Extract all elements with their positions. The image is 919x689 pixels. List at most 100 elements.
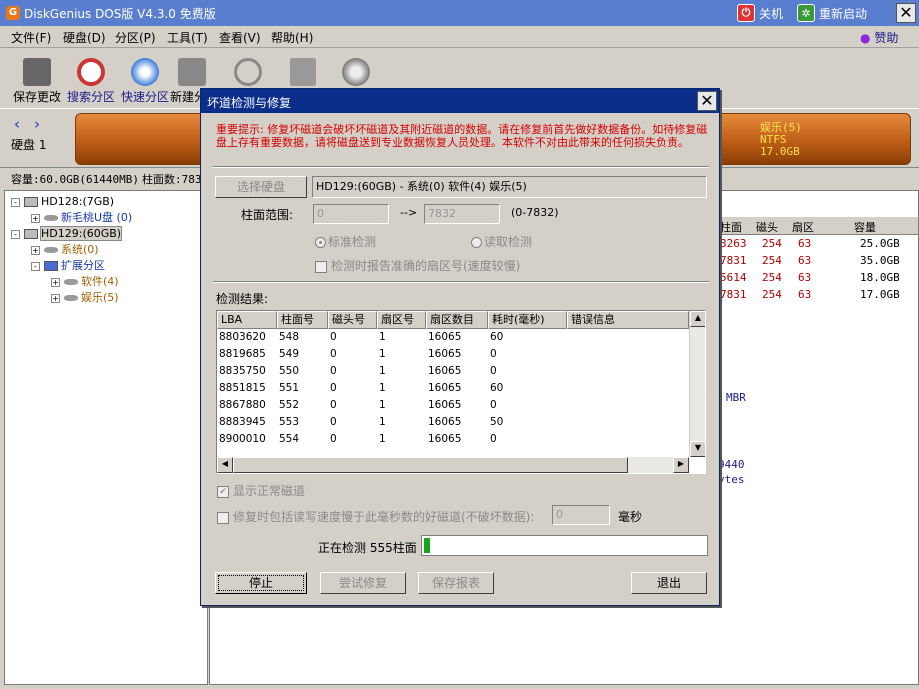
horizontal-scrollbar[interactable]: ◀ ▶ bbox=[217, 457, 689, 473]
collapse-icon[interactable]: - bbox=[11, 197, 20, 207]
tree-node[interactable]: + 软件(4) bbox=[5, 274, 207, 290]
radio-standard-label: 标准检测 bbox=[328, 235, 377, 249]
radio-standard[interactable]: 标准检测 bbox=[315, 233, 376, 250]
sponsor-link[interactable]: ● 赞助 bbox=[860, 29, 898, 46]
column-header[interactable]: 扇区号 bbox=[377, 311, 426, 329]
search-partition-button[interactable]: 搜索分区 bbox=[64, 54, 118, 105]
tree-node[interactable]: + 娱乐(5) bbox=[5, 290, 207, 306]
scroll-up-icon[interactable]: ▲ bbox=[690, 311, 705, 327]
chevron-left-icon[interactable]: ‹ bbox=[14, 115, 20, 133]
tree-node-label: 娱乐(5) bbox=[81, 291, 119, 304]
stop-button[interactable]: 停止 bbox=[215, 572, 307, 594]
tree-node[interactable]: - HD128:(7GB) bbox=[5, 194, 207, 210]
table-cell: 16065 bbox=[428, 365, 462, 377]
close-icon[interactable]: ✕ bbox=[896, 3, 916, 23]
table-cell: 254 bbox=[762, 271, 782, 284]
exit-button[interactable]: 退出 bbox=[631, 572, 707, 594]
try-repair-button[interactable]: 尝试修复 bbox=[320, 572, 406, 594]
menu-disk[interactable]: 硬盘(D) bbox=[63, 29, 106, 46]
results-label: 检测结果: bbox=[216, 292, 269, 306]
expand-icon[interactable]: + bbox=[51, 277, 60, 287]
table-row[interactable]: 8883945 553 0 1 16065 50 bbox=[217, 414, 689, 431]
vertical-scrollbar[interactable]: ▲ ▼ bbox=[689, 311, 705, 457]
column-header[interactable]: 扇区数目 bbox=[426, 311, 488, 329]
scroll-left-icon[interactable]: ◀ bbox=[217, 457, 233, 473]
menu-view[interactable]: 查看(V) bbox=[219, 29, 261, 46]
tree-node[interactable]: - 扩展分区 bbox=[5, 258, 207, 274]
divider bbox=[213, 166, 709, 168]
table-cell: 63 bbox=[798, 271, 812, 284]
backup-icon[interactable] bbox=[342, 58, 370, 86]
table-cell: 553 bbox=[279, 416, 300, 428]
cylinder-to-input[interactable]: 7832 bbox=[424, 204, 500, 224]
menu-help[interactable]: 帮助(H) bbox=[271, 29, 313, 46]
partition-icon bbox=[64, 295, 78, 301]
slow-ms-input[interactable]: 0 bbox=[552, 505, 610, 525]
column-header[interactable]: LBA bbox=[217, 311, 277, 329]
trash-icon[interactable] bbox=[290, 58, 316, 86]
table-row[interactable]: 8803620 548 0 1 16065 60 bbox=[217, 329, 689, 346]
scroll-thumb[interactable] bbox=[233, 457, 628, 473]
expand-icon[interactable]: + bbox=[51, 293, 60, 303]
collapse-icon[interactable]: - bbox=[11, 229, 20, 239]
partition-icon bbox=[44, 261, 58, 271]
save-report-button[interactable]: 保存报表 bbox=[418, 572, 494, 594]
menu-tools[interactable]: 工具(T) bbox=[167, 29, 208, 46]
column-header[interactable]: 磁头号 bbox=[328, 311, 377, 329]
tree-node[interactable]: + 系统(0) bbox=[5, 242, 207, 258]
table-cell: 8851815 bbox=[219, 382, 266, 394]
checkbox-icon bbox=[315, 260, 327, 273]
shutdown-label: 关机 bbox=[759, 6, 784, 21]
table-cell: 1 bbox=[379, 382, 386, 394]
table-row[interactable]: 8819685 549 0 1 16065 0 bbox=[217, 346, 689, 363]
column-header[interactable]: 耗时(毫秒) bbox=[488, 311, 567, 329]
shutdown-button[interactable]: ⏻ 关机 bbox=[737, 3, 783, 23]
table-cell: 549 bbox=[279, 348, 300, 360]
menu-partition[interactable]: 分区(P) bbox=[115, 29, 156, 46]
save-changes-button[interactable]: 保存更改 bbox=[10, 54, 64, 105]
cylinder-from-input[interactable]: 0 bbox=[313, 204, 389, 224]
table-cell: 1 bbox=[379, 399, 386, 411]
show-normal-checkbox[interactable]: ✔ 显示正常磁道 bbox=[217, 482, 305, 499]
report-sector-label: 检测时报告准确的扇区号(速度较慢) bbox=[331, 259, 521, 273]
checkbox-icon bbox=[217, 511, 229, 524]
table-row[interactable]: 8867880 552 0 1 16065 0 bbox=[217, 397, 689, 414]
table-cell: 8883945 bbox=[219, 416, 266, 428]
quick-partition-button[interactable]: 快速分区 bbox=[118, 54, 172, 105]
scroll-down-icon[interactable]: ▼ bbox=[690, 441, 705, 457]
table-cell: 1 bbox=[379, 416, 386, 428]
radio-read[interactable]: 读取检测 bbox=[471, 233, 532, 250]
table-cell: 5614 bbox=[720, 271, 747, 284]
format-icon[interactable] bbox=[234, 58, 262, 86]
table-cell: 7831 bbox=[720, 254, 747, 267]
number-text: 9440 bbox=[718, 458, 745, 471]
column-header[interactable]: 柱面号 bbox=[277, 311, 328, 329]
column-header[interactable]: 错误信息 bbox=[567, 311, 689, 329]
expand-icon[interactable]: + bbox=[31, 213, 40, 223]
table-cell: 16065 bbox=[428, 416, 462, 428]
table-cell: 0 bbox=[490, 348, 497, 360]
report-sector-checkbox[interactable]: 检测时报告准确的扇区号(速度较慢) bbox=[315, 257, 520, 274]
tree-node[interactable]: + 新毛桃U盘 (0) bbox=[5, 210, 207, 226]
chevron-right-icon[interactable]: › bbox=[34, 115, 40, 133]
scroll-right-icon[interactable]: ▶ bbox=[673, 457, 689, 473]
table-cell: 16065 bbox=[428, 399, 462, 411]
tree-node[interactable]: - HD129:(60GB) bbox=[5, 226, 207, 242]
menu-file[interactable]: 文件(F) bbox=[11, 29, 51, 46]
table-cell: 0 bbox=[490, 433, 497, 445]
collapse-icon[interactable]: - bbox=[31, 261, 40, 271]
col-capacity: 容量 bbox=[854, 221, 876, 234]
table-cell: 18.0GB bbox=[860, 271, 900, 284]
tree-node-label: HD128:(7GB) bbox=[41, 195, 115, 208]
table-cell: 0 bbox=[330, 433, 337, 445]
repair-slow-checkbox[interactable]: 修复时包括读写速度慢于此毫秒数的好磁道(不破坏数据): bbox=[217, 508, 534, 525]
close-icon[interactable]: ✕ bbox=[697, 91, 717, 111]
partition-icon bbox=[64, 279, 78, 285]
select-disk-button[interactable]: 选择硬盘 bbox=[215, 176, 307, 198]
restart-button[interactable]: ✲ 重新启动 bbox=[797, 3, 867, 23]
table-row[interactable]: 8835750 550 0 1 16065 0 bbox=[217, 363, 689, 380]
table-cell: 254 bbox=[762, 254, 782, 267]
table-row[interactable]: 8851815 551 0 1 16065 60 bbox=[217, 380, 689, 397]
expand-icon[interactable]: + bbox=[31, 245, 40, 255]
table-row[interactable]: 8900010 554 0 1 16065 0 bbox=[217, 431, 689, 448]
